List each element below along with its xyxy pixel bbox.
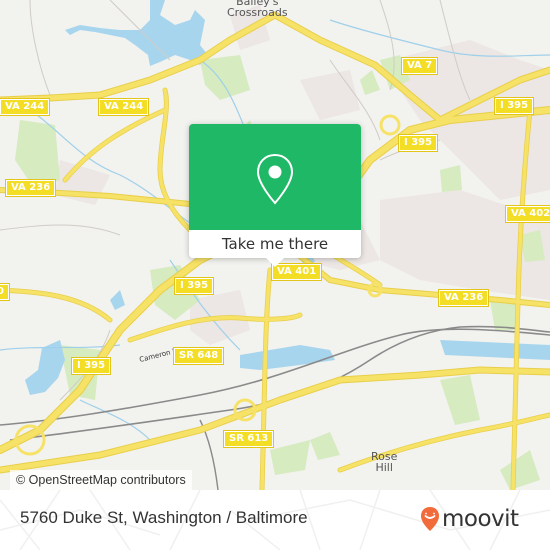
road-shield-va-244-e: VA 244 xyxy=(97,98,150,116)
road-shield-va-236-e: VA 236 xyxy=(437,289,490,307)
map-canvas[interactable]: Cameron Run Bailey's Crossroads Rose Hil… xyxy=(0,0,550,490)
road-shield-va-236-w: VA 236 xyxy=(4,179,57,197)
moovit-logo[interactable]: moovit xyxy=(420,506,519,532)
moovit-pin-smile-icon xyxy=(421,507,439,531)
road-shield-edge: 0 xyxy=(0,283,10,301)
road-shield-va-402: VA 402 xyxy=(504,205,550,223)
road-shield-i-395-ne: I 395 xyxy=(493,97,535,115)
road-shield-i-395-sw: I 395 xyxy=(70,357,112,375)
destination-popup: Take me there xyxy=(189,124,361,267)
road-shield-va-244-w: VA 244 xyxy=(0,98,51,116)
place-label-line: Crossroads xyxy=(227,6,288,19)
road-shield-i-395-c: I 395 xyxy=(397,134,439,152)
footer-bar: 5760 Duke St, Washington / Baltimore moo… xyxy=(0,490,550,550)
popup-header xyxy=(189,124,361,230)
road-shield-sr-613: SR 613 xyxy=(222,430,275,448)
place-label-line: Hill xyxy=(375,461,393,474)
popup-pointer xyxy=(265,257,285,267)
location-pin-icon xyxy=(256,153,294,205)
road-shield-sr-648: SR 648 xyxy=(172,347,225,365)
road-shield-i-395-mid: I 395 xyxy=(173,277,215,295)
place-label-rose-hill: Rose Hill xyxy=(371,451,397,473)
take-me-there-button[interactable]: Take me there xyxy=(189,230,361,258)
brand-wordmark: moovit xyxy=(442,506,519,532)
place-label-baileys-crossroads: Bailey's Crossroads xyxy=(227,0,288,18)
map-attribution[interactable]: © OpenStreetMap contributors xyxy=(10,470,192,490)
address-text: 5760 Duke St, Washington / Baltimore xyxy=(20,508,308,527)
road-shield-va-7: VA 7 xyxy=(400,57,439,75)
